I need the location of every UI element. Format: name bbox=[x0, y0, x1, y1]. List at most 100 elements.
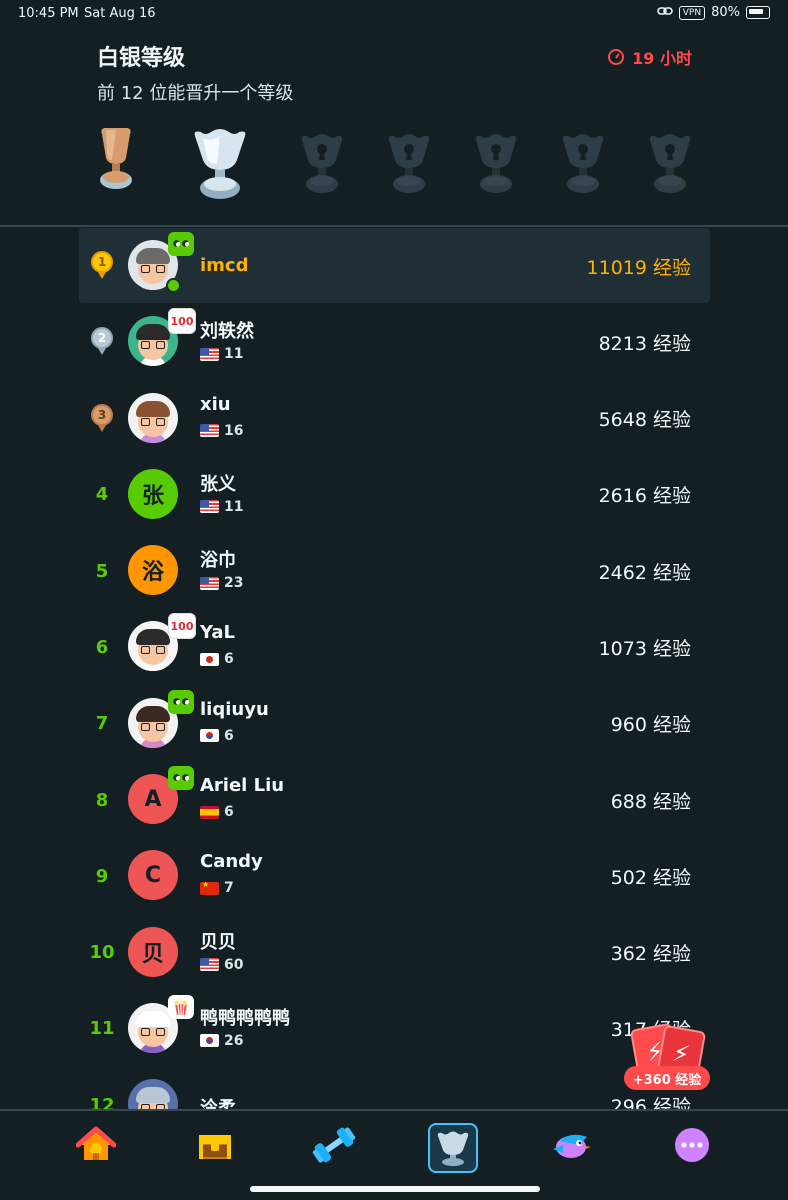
leaderboard-row[interactable]: 10 贝贝贝 60 362 经验 bbox=[79, 915, 710, 991]
player-name: Ariel Liu bbox=[200, 775, 285, 797]
nav-home[interactable] bbox=[74, 1123, 118, 1167]
league-timer: 19 小时 bbox=[608, 45, 692, 69]
player-meta: 6 bbox=[200, 728, 234, 744]
player-xp: 5648 经验 bbox=[598, 409, 691, 432]
leaderboard-row[interactable]: 4 张张义 11 2616 经验 bbox=[79, 457, 710, 533]
rank-number: 9 bbox=[95, 865, 109, 887]
player-name: 贝贝 bbox=[200, 931, 236, 953]
kr-flag-icon bbox=[200, 729, 219, 743]
leaderboard: 1 imcd 11019 经验 2 100 刘轶然 11 8213 经验 3 xiu 16 5648 … bbox=[79, 228, 710, 1144]
player-name: 浴巾 bbox=[200, 550, 236, 572]
leaderboard-row[interactable]: 1 imcd 11019 经验 bbox=[79, 228, 710, 303]
xp-boost-label: +360 经验 bbox=[624, 1066, 710, 1090]
battery-percent: 80% bbox=[711, 5, 740, 20]
leaderboard-row[interactable]: 3 xiu 16 5648 经验 bbox=[79, 381, 710, 457]
rank-medal-icon: 3 bbox=[91, 403, 113, 434]
locked-trophy-icon[interactable] bbox=[299, 132, 345, 202]
avatar[interactable]: C bbox=[128, 850, 178, 901]
locked-trophy-icon[interactable] bbox=[647, 132, 693, 202]
owl-badge-icon bbox=[168, 232, 194, 256]
player-xp: 1073 经验 bbox=[598, 637, 691, 660]
leaderboard-row[interactable]: 7 liqiuyu 6 960 经验 bbox=[79, 686, 710, 762]
player-name: 刘轶然 bbox=[200, 321, 254, 343]
player-xp: 2462 经验 bbox=[598, 561, 691, 584]
nav-quests[interactable] bbox=[549, 1123, 593, 1167]
cn-flag-icon bbox=[200, 881, 219, 895]
nav-more[interactable] bbox=[670, 1123, 714, 1167]
status-bar: 10:45 PM Sat Aug 16 VPN 80% bbox=[0, 0, 788, 26]
leaderboard-row[interactable]: 9C Candy 7 502 经验 bbox=[79, 838, 710, 914]
hundred-badge-icon: 100 bbox=[168, 308, 196, 335]
rank-indicator: 7 bbox=[79, 686, 125, 762]
owl-badge-icon bbox=[168, 689, 194, 714]
us-flag-icon bbox=[200, 500, 219, 514]
leaderboard-row[interactable]: 8 A Ariel Liu 6 688 经验 bbox=[79, 762, 710, 838]
player-xp: 502 经验 bbox=[610, 866, 691, 889]
nav-practice[interactable] bbox=[312, 1123, 356, 1167]
player-streak: 60 bbox=[224, 956, 244, 973]
player-meta: 6 bbox=[200, 804, 234, 820]
player-meta: 6 bbox=[200, 651, 234, 667]
leaderboard-row[interactable]: 2 100 刘轶然 11 8213 经验 bbox=[79, 304, 710, 380]
kr-flag-icon bbox=[200, 1034, 219, 1048]
player-name: Candy bbox=[200, 851, 263, 873]
locked-trophy-icon[interactable] bbox=[560, 132, 606, 202]
status-time: 10:45 PM bbox=[18, 6, 79, 21]
trophy-icon bbox=[437, 1131, 469, 1166]
player-streak: 7 bbox=[224, 880, 234, 897]
more-icon bbox=[675, 1128, 709, 1162]
battery-icon bbox=[746, 6, 770, 19]
rank-indicator: 1 bbox=[79, 228, 125, 304]
timer-icon bbox=[608, 49, 625, 65]
player-name: imcd bbox=[200, 255, 249, 276]
rank-indicator: 4 bbox=[79, 457, 125, 533]
dumbbell-icon bbox=[312, 1127, 356, 1163]
rank-number: 6 bbox=[95, 636, 109, 658]
hundred-badge-icon: 100 bbox=[168, 613, 196, 640]
player-meta: 11 bbox=[200, 499, 243, 515]
status-date: Sat Aug 16 bbox=[84, 6, 156, 21]
leaderboard-row[interactable]: 5 浴浴巾 23 2462 经验 bbox=[79, 533, 710, 609]
rank-number: 5 bbox=[95, 560, 109, 582]
avatar[interactable]: 浴 bbox=[128, 545, 178, 596]
player-meta: 23 bbox=[200, 575, 243, 591]
rank-indicator: 3 bbox=[79, 381, 125, 457]
avatar[interactable]: 张 bbox=[128, 468, 178, 519]
vpn-badge: VPN bbox=[678, 5, 706, 20]
rank-indicator: 9 bbox=[79, 838, 125, 914]
silver-trophy-icon[interactable] bbox=[191, 126, 249, 210]
rank-medal-icon: 1 bbox=[91, 251, 113, 281]
xp-boost-button[interactable]: ⚡ ⚡ +360 经验 bbox=[622, 1022, 712, 1094]
timer-text: 19 小时 bbox=[632, 49, 692, 68]
us-flag-icon bbox=[200, 424, 219, 438]
avatar[interactable] bbox=[128, 392, 178, 443]
avatar[interactable]: 贝 bbox=[128, 926, 178, 977]
es-flag-icon bbox=[200, 805, 219, 819]
leaderboard-row[interactable]: 11鸭鸭鸭鸭鸭26317 经验 bbox=[79, 991, 710, 1067]
home-indicator[interactable] bbox=[250, 1186, 540, 1192]
league-subtitle: 前 12 位能晋升一个等级 bbox=[97, 83, 294, 104]
player-name: YaL bbox=[200, 622, 235, 644]
nav-chest[interactable] bbox=[193, 1123, 237, 1167]
rank-number: 11 bbox=[89, 1018, 115, 1040]
league-trophies bbox=[0, 120, 788, 215]
locked-trophy-icon[interactable] bbox=[386, 132, 432, 202]
rank-indicator: 6 bbox=[79, 609, 125, 685]
header-divider bbox=[0, 225, 788, 227]
jp-flag-icon bbox=[200, 652, 219, 666]
bronze-trophy-icon[interactable] bbox=[96, 120, 136, 202]
link-icon bbox=[656, 5, 673, 20]
leaderboard-row[interactable]: 6 100 YaL 6 1073 经验 bbox=[79, 609, 710, 685]
status-right: VPN 80% bbox=[656, 5, 770, 20]
locked-trophy-icon[interactable] bbox=[473, 132, 519, 202]
rank-number: 4 bbox=[95, 484, 109, 506]
us-flag-icon bbox=[200, 958, 219, 972]
rank-number: 10 bbox=[89, 942, 115, 964]
rank-indicator: 2 bbox=[79, 304, 125, 380]
player-xp: 2616 经验 bbox=[598, 485, 691, 508]
player-xp: 8213 经验 bbox=[598, 332, 691, 355]
nav-leagues[interactable] bbox=[428, 1123, 478, 1173]
player-name: 张义 bbox=[200, 473, 236, 495]
us-flag-icon bbox=[200, 347, 219, 361]
rank-indicator: 10 bbox=[79, 915, 125, 991]
